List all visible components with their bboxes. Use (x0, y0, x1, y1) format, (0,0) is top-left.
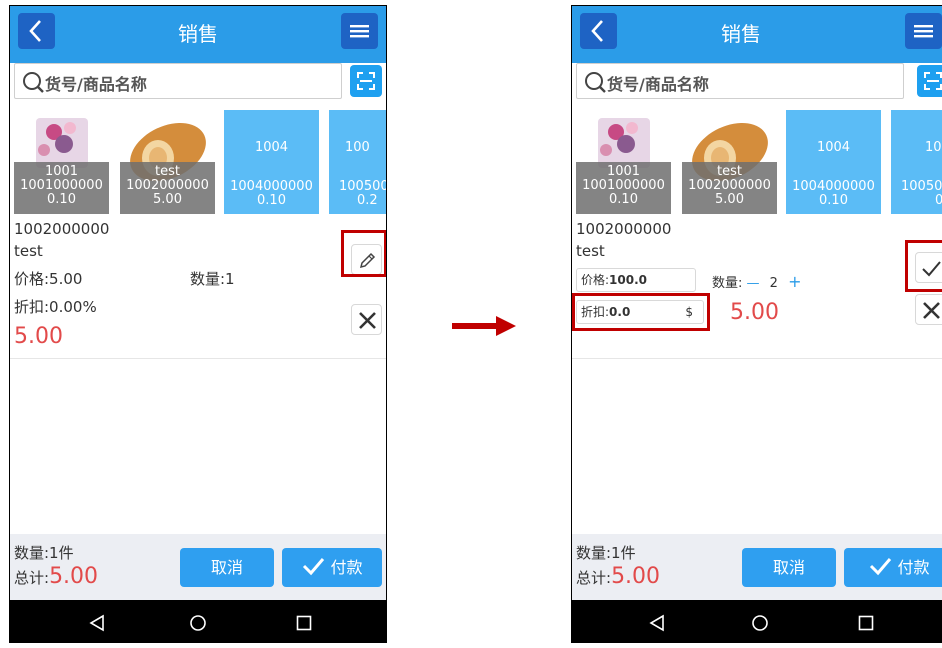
product-tile[interactable]: 1004 1004000000 0.10 (224, 110, 319, 214)
page-title: 销售 (721, 22, 761, 46)
search-placeholder: 货号/商品名称 (607, 75, 709, 94)
product-tile[interactable]: test 1002000000 5.00 (682, 110, 777, 214)
recents-square-icon[interactable] (296, 615, 312, 631)
item-total: 5.00 (730, 300, 779, 325)
decrement-button[interactable]: — (747, 276, 760, 291)
page-title: 销售 (178, 22, 218, 46)
phone-screen-before: 销售 货号/商品名称 1001 1001000000 0.10 test 100200… (9, 5, 387, 643)
product-caption: 1001 1001000000 0.10 (14, 162, 109, 214)
search-input[interactable]: 货号/商品名称 (576, 63, 904, 99)
search-icon (585, 72, 606, 93)
home-circle-icon[interactable] (751, 614, 769, 632)
product-tile[interactable]: test 1002000000 5.00 (120, 110, 215, 214)
item-name: test (576, 242, 605, 260)
product-tile[interactable]: 100 1005000.2 (329, 110, 386, 214)
increment-button[interactable]: + (788, 272, 801, 291)
close-icon (923, 302, 940, 319)
scan-icon (357, 72, 375, 90)
confirm-highlight-box (905, 240, 942, 292)
delete-button[interactable] (351, 304, 382, 335)
item-divider (572, 358, 942, 359)
scan-button[interactable] (917, 65, 942, 97)
menu-button[interactable] (905, 13, 942, 49)
search-icon (23, 72, 44, 93)
quantity-stepper: 数量: — 2 + (712, 272, 802, 291)
item-price: 价格:5.00 (14, 270, 83, 288)
cancel-button[interactable]: 取消 (742, 548, 836, 587)
search-placeholder: 货号/商品名称 (45, 75, 147, 94)
checkout-bar: 数量:1件 总计:5.00 取消 付款 (572, 534, 942, 600)
scan-icon (924, 72, 942, 90)
close-icon (359, 312, 376, 329)
check-icon (870, 558, 892, 576)
phone-screen-after: 销售 货号/商品名称 1001 1001000000 0.10 test 100200… (571, 5, 942, 643)
quantity-value: 2 (769, 276, 778, 291)
scan-button[interactable] (350, 65, 382, 97)
item-quantity: 数量:1 (190, 270, 235, 288)
app-header: 销售 (572, 6, 942, 63)
system-navigation-bar (10, 600, 386, 642)
menu-icon (350, 25, 369, 38)
back-triangle-icon[interactable] (648, 614, 666, 632)
item-total: 5.00 (14, 324, 63, 349)
transition-arrow (452, 316, 516, 336)
price-field[interactable]: 价格:100.0 (576, 268, 696, 292)
check-icon (303, 558, 325, 576)
total-quantity: 数量:1件 (14, 544, 74, 562)
back-triangle-icon[interactable] (88, 614, 106, 632)
grand-total-line: 总计:5.00 (14, 564, 99, 589)
delete-button[interactable] (915, 294, 942, 325)
product-tile[interactable]: 100 1005000.2 (891, 110, 942, 214)
product-caption: test 1002000000 5.00 (120, 162, 215, 214)
edit-highlight-box (341, 230, 386, 277)
checkout-bar: 数量:1件 总计:5.00 取消 付款 (10, 534, 386, 600)
product-caption: test 1002000000 5.00 (682, 162, 777, 214)
menu-icon (914, 25, 933, 38)
item-code: 1002000000 (14, 220, 110, 238)
grand-total-line: 总计:5.00 (576, 564, 661, 589)
search-input[interactable]: 货号/商品名称 (14, 63, 342, 99)
pay-button[interactable]: 付款 (844, 548, 942, 587)
item-name: test (14, 242, 43, 260)
app-header: 销售 (10, 6, 386, 63)
product-tile[interactable]: 1001 1001000000 0.10 (576, 110, 671, 214)
system-navigation-bar (572, 600, 942, 642)
recents-square-icon[interactable] (858, 615, 874, 631)
item-divider (10, 358, 386, 359)
product-tile[interactable]: 1001 1001000000 0.10 (14, 110, 109, 214)
home-circle-icon[interactable] (189, 614, 207, 632)
item-discount: 折扣:0.00% (14, 298, 97, 316)
item-code: 1002000000 (576, 220, 672, 238)
product-caption: 1001 1001000000 0.10 (576, 162, 671, 214)
pay-button[interactable]: 付款 (282, 548, 382, 587)
product-tile[interactable]: 1004 1004000000 0.10 (786, 110, 881, 214)
discount-highlight-box (572, 293, 710, 331)
total-quantity: 数量:1件 (576, 544, 636, 562)
cancel-button[interactable]: 取消 (180, 548, 274, 587)
menu-button[interactable] (341, 13, 378, 49)
